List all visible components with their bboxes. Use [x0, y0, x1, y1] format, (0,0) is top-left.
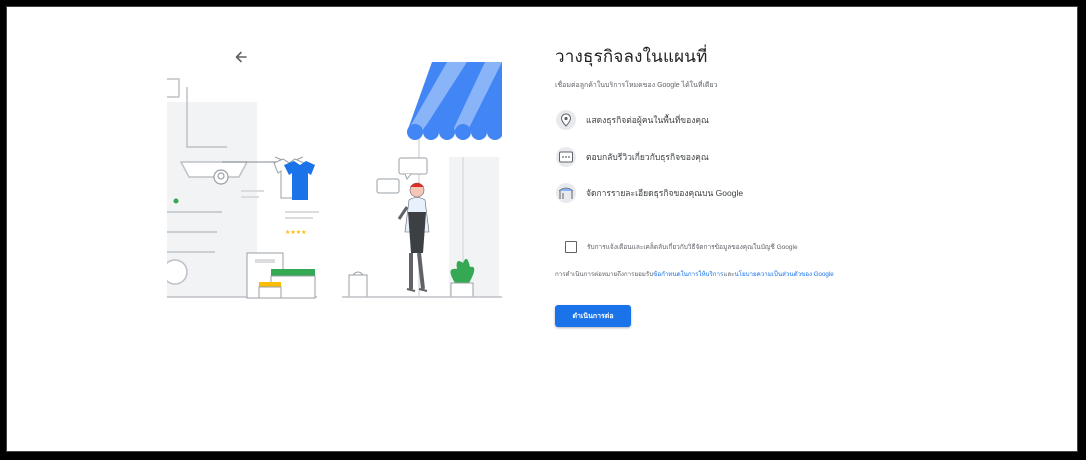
- consent-checkbox[interactable]: [565, 241, 577, 253]
- page-subtitle: เชื่อมต่อลูกค้าในบริการโหมดของ Google ได…: [555, 82, 718, 89]
- feature-item-manage-profile: จัดการรายละเอียดธุรกิจของคุณบน Google: [555, 182, 743, 204]
- continue-button[interactable]: ดำเนินการต่อ: [555, 305, 631, 327]
- consent-label: รับการแจ้งเตือนและเคล็ดลับเกี่ยวกับวิธีจ…: [587, 244, 798, 251]
- hanging-shirts: [273, 156, 315, 200]
- review-chat-icon: [556, 147, 576, 167]
- feature-label: ตอบกลับรีวิวเกี่ยวกับธุรกิจของคุณ: [586, 152, 709, 162]
- feature-label: จัดการรายละเอียดธุรกิจของคุณบน Google: [586, 188, 744, 198]
- feature-item-reviews: ตอบกลับรีวิวเกี่ยวกับธุรกิจของคุณ: [555, 146, 709, 168]
- terms-middle: และ: [723, 271, 735, 278]
- terms-notice: การดำเนินการต่อหมายถึงการยอมรับข้อกำหนดใ…: [555, 271, 855, 280]
- storefront-illustration: ★★★★: [167, 62, 502, 299]
- terms-prefix: การดำเนินการต่อหมายถึงการยอมรับ: [555, 271, 654, 278]
- storefront-icon: [556, 183, 576, 203]
- feature-item-local-visibility: แสดงธุรกิจต่อผู้คนในพื้นที่ของคุณ: [555, 109, 709, 131]
- green-dot: [173, 198, 179, 204]
- rating-stars-icon: ★★★★: [285, 229, 307, 236]
- map-pin-icon: [556, 110, 576, 130]
- shopping-bag-icon: [348, 271, 368, 298]
- shop-awning: [407, 62, 502, 140]
- app-window: ★★★★ วางธุรกิจลงในแผนที่ เชื่อมต่อลูกค้า…: [6, 6, 1078, 452]
- privacy-policy-link[interactable]: นโยบายความเป็นส่วนตัวของ Google: [734, 271, 833, 278]
- marketing-consent: รับการแจ้งเตือนและเคล็ดลับเกี่ยวกับวิธีจ…: [565, 241, 798, 253]
- onboarding-panel: วางธุรกิจลงในแผนที่ เชื่อมต่อลูกค้าในบริ…: [555, 43, 885, 327]
- counter-boxes: [246, 252, 316, 299]
- page-title: วางธุรกิจลงในแผนที่: [555, 47, 708, 66]
- shop-owner-figure: [397, 182, 430, 292]
- terms-of-service-link[interactable]: ข้อกำหนดในการให้บริการ: [653, 271, 723, 278]
- feature-label: แสดงธุรกิจต่อผู้คนในพื้นที่ของคุณ: [586, 115, 709, 125]
